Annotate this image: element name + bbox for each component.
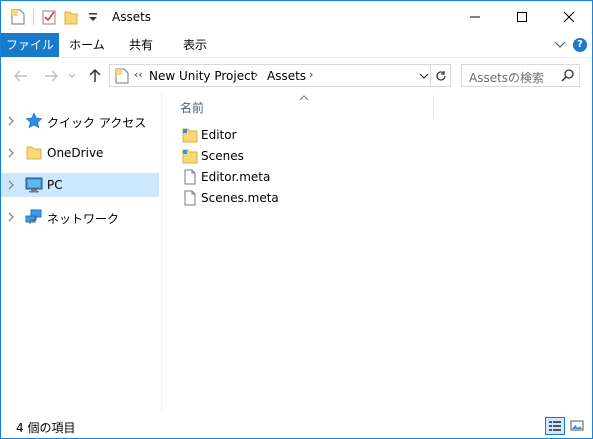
details-view-icon: [549, 421, 561, 431]
address-overflow[interactable]: ‹‹: [134, 68, 143, 81]
search-icon[interactable]: [561, 68, 575, 85]
breadcrumb-new-unity-project[interactable]: New Unity Project: [149, 69, 255, 83]
folder-icon: [182, 127, 198, 146]
item-count: 4 個の項目: [16, 421, 76, 435]
file-item-editor-meta[interactable]: Editor.meta: [182, 167, 382, 187]
breadcrumb-assets[interactable]: Assets: [267, 69, 306, 83]
recent-locations-button[interactable]: [65, 66, 79, 86]
folder-icon: [182, 148, 198, 167]
arrow-right-icon: [45, 70, 58, 82]
title-bar: Assets: [1, 1, 592, 33]
chevron-right-icon[interactable]: [8, 115, 14, 129]
forward-button[interactable]: [41, 66, 61, 86]
maximize-button[interactable]: [499, 1, 545, 33]
arrow-left-icon: [14, 70, 27, 82]
breadcrumb-separator[interactable]: ›: [254, 68, 258, 81]
properties-icon[interactable]: [9, 7, 27, 27]
file-item-scenes-meta[interactable]: Scenes.meta: [182, 188, 382, 208]
chevron-right-icon[interactable]: [8, 179, 14, 193]
file-item-scenes[interactable]: Scenes: [182, 146, 382, 166]
address-dropdown-button[interactable]: [417, 69, 431, 83]
arrow-up-icon: [89, 69, 101, 82]
large-icons-view-icon: [570, 420, 584, 431]
file-name: Scenes.meta: [201, 191, 279, 205]
file-item-editor[interactable]: Editor: [182, 125, 382, 145]
nav-item-label: OneDrive: [47, 146, 104, 160]
nav-item-pc[interactable]: PC: [1, 173, 159, 197]
maximize-icon: [517, 12, 527, 22]
navigation-pane: クイック アクセス OneDrive PC ネットワーク: [1, 93, 161, 411]
tab-file[interactable]: ファイル: [1, 33, 59, 57]
column-header-name[interactable]: 名前: [180, 99, 204, 116]
toolbar-separator: [33, 9, 34, 25]
close-icon: [564, 12, 574, 22]
chevron-right-icon[interactable]: [8, 211, 14, 225]
nav-item-label: クイック アクセス: [47, 116, 147, 130]
nav-item-label: PC: [47, 178, 63, 192]
status-bar: 4 個の項目: [1, 411, 592, 438]
chevron-down-icon: [419, 73, 429, 79]
checkmark-icon[interactable]: [40, 7, 58, 27]
nav-item-quick-access[interactable]: クイック アクセス: [1, 109, 159, 133]
pc-icon: [25, 176, 43, 197]
help-icon[interactable]: ?: [573, 38, 587, 52]
file-icon: [182, 190, 198, 209]
chevron-down-icon: [68, 73, 76, 78]
file-name: Scenes: [201, 149, 244, 163]
close-button[interactable]: [546, 1, 592, 33]
quick-access-toolbar: [9, 7, 106, 27]
file-list: 名前 Editor Scenes Editor.meta Scenes.meta: [162, 93, 592, 411]
minimize-icon: [470, 16, 480, 18]
nav-item-onedrive[interactable]: OneDrive: [1, 141, 159, 165]
onedrive-folder-icon: [25, 144, 43, 165]
customize-toolbar-icon[interactable]: [84, 7, 102, 27]
tab-view[interactable]: 表示: [167, 33, 223, 57]
large-icons-view-button[interactable]: [567, 417, 587, 435]
minimize-button[interactable]: [452, 1, 498, 33]
column-divider[interactable]: [433, 95, 434, 119]
refresh-icon: [435, 70, 446, 81]
explorer-window: Assets ファイル ホーム 共有 表示 ? ‹‹ New Unity Pro…: [0, 0, 593, 439]
chevron-down-icon: [554, 41, 566, 48]
file-name: Editor: [201, 128, 237, 142]
ribbon-tabs: ファイル ホーム 共有 表示 ?: [1, 33, 592, 57]
search-placeholder: Assetsの検索: [469, 71, 545, 85]
network-icon: [25, 208, 43, 229]
star-icon: [25, 112, 43, 133]
chevron-right-icon[interactable]: [8, 147, 14, 161]
up-button[interactable]: [85, 66, 105, 86]
sort-ascending-icon: [299, 90, 309, 104]
new-folder-icon[interactable]: [62, 7, 80, 27]
navigation-bar: ‹‹ New Unity Project › Assets › Assetsの検…: [1, 57, 592, 93]
address-bar[interactable]: ‹‹ New Unity Project › Assets ›: [109, 64, 431, 87]
tab-home[interactable]: ホーム: [59, 33, 115, 57]
window-title: Assets: [112, 10, 152, 24]
breadcrumb-separator[interactable]: ›: [309, 68, 313, 81]
back-button[interactable]: [11, 66, 31, 86]
nav-item-label: ネットワーク: [47, 212, 120, 226]
expand-ribbon-button[interactable]: [552, 37, 568, 53]
search-box[interactable]: Assetsの検索: [461, 64, 580, 87]
nav-item-network[interactable]: ネットワーク: [1, 205, 159, 229]
tab-share[interactable]: 共有: [115, 33, 167, 57]
folder-icon: [114, 68, 130, 87]
file-name: Editor.meta: [201, 170, 271, 184]
refresh-button[interactable]: [431, 64, 451, 87]
file-icon: [182, 169, 198, 188]
details-view-button[interactable]: [545, 417, 565, 435]
